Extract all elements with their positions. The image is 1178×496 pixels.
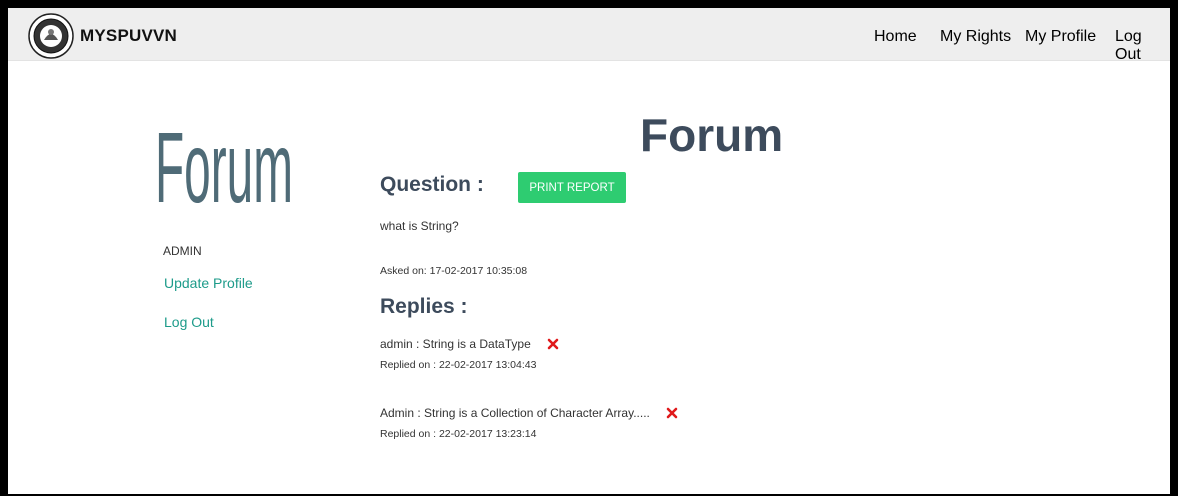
svg-text:Forum: Forum — [155, 112, 293, 224]
reply-text: admin : String is a DataType — [380, 337, 531, 351]
reply-timestamp: Replied on : 22-02-2017 13:23:14 — [380, 428, 537, 440]
top-navbar: MYSPUVVN Home My Rights My Profile Log O… — [8, 8, 1170, 64]
replies-heading: Replies : — [380, 295, 468, 318]
university-seal-icon — [28, 13, 74, 59]
question-heading: Question : — [380, 173, 484, 196]
nav-my-rights-link[interactable]: My Rights — [940, 28, 1011, 46]
reply-text: Admin : String is a Collection of Charac… — [380, 406, 650, 420]
page-title: Forum — [640, 109, 784, 161]
brand[interactable]: MYSPUVVN — [28, 13, 177, 59]
print-report-button[interactable]: PRINT REPORT — [518, 172, 626, 203]
nav-my-profile-link[interactable]: My Profile — [1025, 28, 1096, 46]
delete-icon[interactable] — [666, 407, 678, 419]
sidebar-logout-link[interactable]: Log Out — [164, 314, 214, 330]
forum-logo: Forum — [155, 112, 293, 224]
update-profile-link[interactable]: Update Profile — [164, 275, 253, 291]
sidebar-username: ADMIN — [163, 244, 202, 258]
question-text: what is String? — [380, 219, 459, 233]
app-window: MYSPUVVN Home My Rights My Profile Log O… — [8, 8, 1170, 494]
nav-home-link[interactable]: Home — [874, 28, 917, 46]
brand-name: MYSPUVVN — [80, 26, 178, 45]
nav-logout-link[interactable]: Log Out — [1115, 28, 1170, 64]
reply-item: Admin : String is a Collection of Charac… — [380, 404, 678, 440]
asked-on-timestamp: Asked on: 17-02-2017 10:35:08 — [380, 265, 528, 277]
delete-icon[interactable] — [547, 338, 559, 350]
reply-item: admin : String is a DataType Replied on … — [380, 335, 559, 371]
reply-timestamp: Replied on : 22-02-2017 13:04:43 — [380, 359, 537, 371]
